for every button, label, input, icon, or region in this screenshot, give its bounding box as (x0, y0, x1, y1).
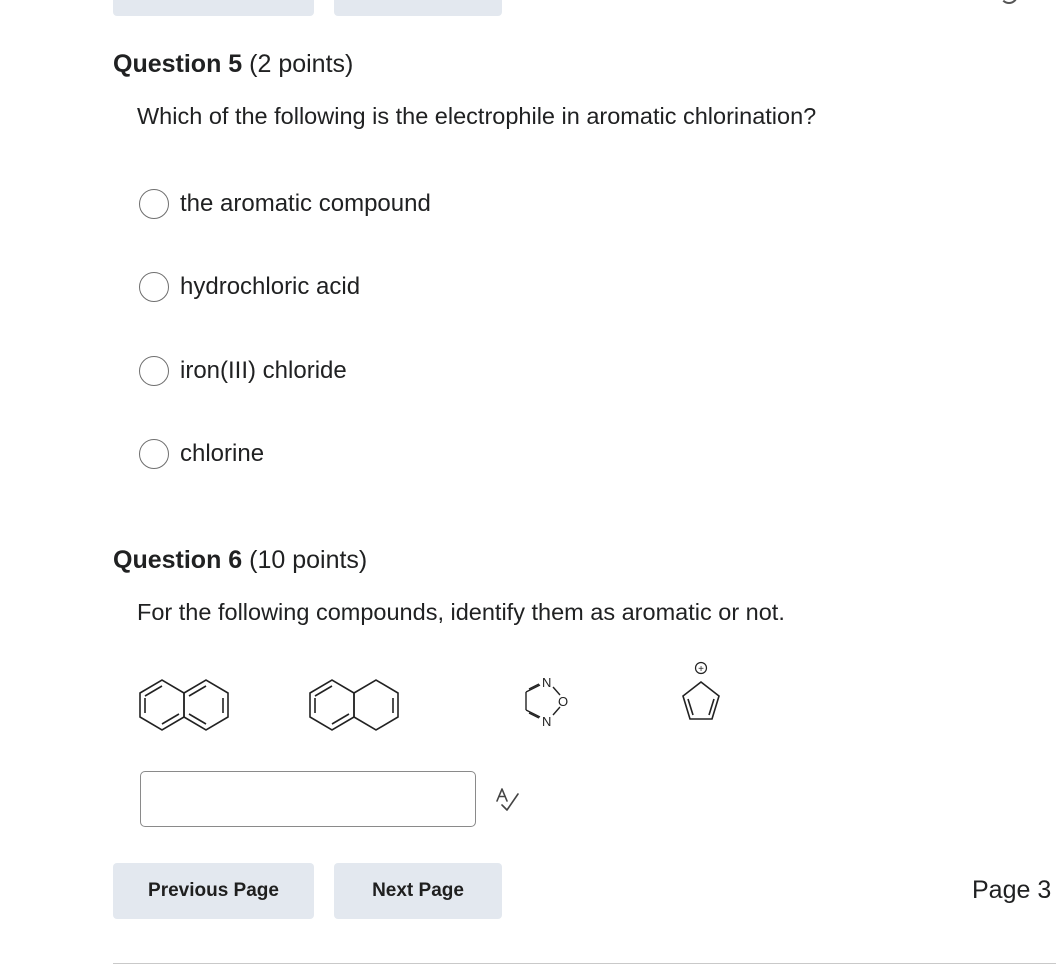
question-6-title: Question 6 (10 points) (113, 546, 367, 575)
partial-icon (1000, 0, 1018, 4)
question-5-text: Which of the following is the electrophi… (137, 103, 817, 129)
oxadiazole-structure: N O N (525, 675, 568, 729)
question-5-title: Question 5 (2 points) (113, 50, 353, 79)
option-hydrochloric-acid[interactable]: hydrochloric acid (139, 270, 360, 304)
oxygen-label: O (558, 694, 568, 709)
page-indicator: Page 3 (972, 876, 1052, 904)
radio-button[interactable] (139, 356, 169, 386)
option-label: the aromatic compound (180, 190, 431, 217)
option-label: hydrochloric acid (180, 273, 361, 300)
option-chlorine[interactable]: chlorine (139, 437, 264, 471)
option-label: iron(III) chloride (180, 357, 347, 384)
option-label: chlorine (180, 440, 265, 467)
footer-divider (113, 963, 1056, 964)
next-page-button[interactable]: Next Page (334, 863, 502, 919)
question-5-points: (2 points) (249, 50, 354, 78)
option-iron-chloride[interactable]: iron(III) chloride (139, 354, 347, 388)
dihydronaphthalene-structure (309, 679, 399, 731)
radio-button[interactable] (139, 189, 169, 219)
radio-button[interactable] (139, 439, 169, 469)
question-6-points: (10 points) (249, 546, 368, 574)
cyclopentadienyl-cation-structure: + (682, 661, 720, 720)
top-next-button[interactable] (334, 0, 502, 16)
question-5-label: Question 5 (113, 50, 243, 78)
previous-page-button[interactable]: Previous Page (113, 863, 314, 919)
nitrogen-label: N (542, 675, 551, 690)
quiz-page: Question 5 (2 points) Which of the follo… (0, 0, 1056, 972)
nitrogen-label: N (542, 714, 551, 729)
top-previous-button[interactable] (113, 0, 314, 16)
positive-charge-label: + (698, 664, 704, 675)
spellcheck-icon[interactable] (493, 786, 521, 814)
option-aromatic-compound[interactable]: the aromatic compound (139, 187, 431, 221)
answer-input[interactable] (140, 771, 476, 827)
naphthalene-structure (139, 679, 229, 731)
question-6-text: For the following compounds, identify th… (137, 599, 785, 625)
radio-button[interactable] (139, 272, 169, 302)
question-6-label: Question 6 (113, 546, 243, 574)
